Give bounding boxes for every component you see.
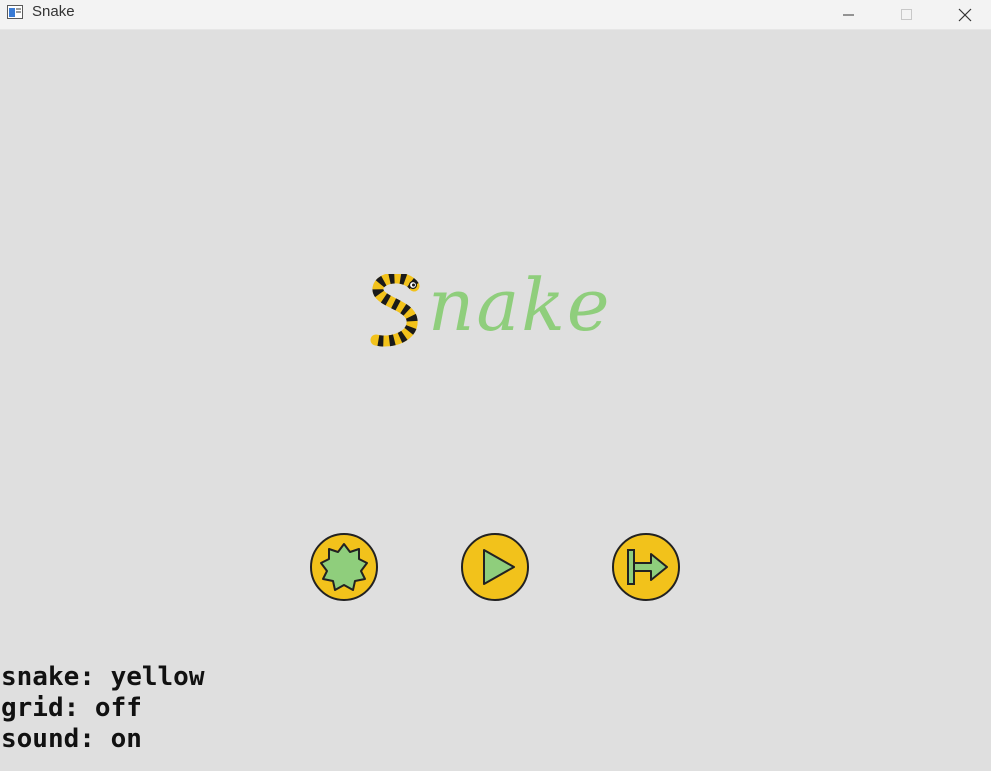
logo-text: nake [428,263,612,347]
window-title: Snake [32,3,75,20]
minimize-icon [843,14,854,16]
play-button[interactable] [460,532,530,602]
gear-icon [310,533,378,601]
app-icon [7,4,23,20]
close-icon [958,8,972,22]
settings-status: snake: yellow grid: off sound: on [1,662,205,755]
game-menu: nake snake: yellow grid: off sound: on [0,30,991,771]
game-window: Snake nake snake: yellow grid: off sound… [0,0,991,771]
snake-letter-s-icon [370,274,420,347]
minimize-button[interactable] [820,0,878,30]
settings-button[interactable] [309,532,379,602]
title-bar: Snake [0,0,991,30]
play-icon [461,533,529,601]
exit-button[interactable] [611,532,681,602]
exit-icon [612,533,680,601]
maximize-button[interactable] [878,0,936,30]
grid-status: grid: off [1,693,142,723]
game-logo: nake [366,250,626,360]
maximize-icon [901,9,912,20]
snake-color-status: snake: yellow [1,662,205,692]
sound-status: sound: on [1,724,142,754]
close-button[interactable] [936,0,991,30]
